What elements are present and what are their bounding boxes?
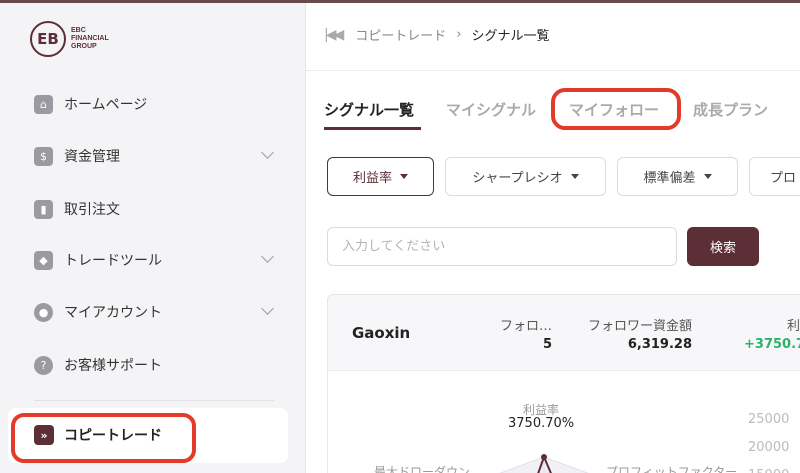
- highlight-annotation-my-follows: [551, 88, 681, 130]
- chevron-down-icon: [261, 250, 274, 263]
- axis-tick: 20000: [748, 440, 790, 455]
- caret-down-icon: [400, 174, 408, 179]
- signal-card[interactable]: Gaoxin フォロ… 5 フォロワー資金額 6,319.28 利 +3750.…: [327, 294, 800, 473]
- filter-std-deviation[interactable]: 標準偏差: [617, 157, 738, 196]
- signal-card-header: Gaoxin フォロ… 5 フォロワー資金額 6,319.28 利 +3750.…: [328, 295, 800, 371]
- filter-sharpe-ratio[interactable]: シャープレシオ: [445, 157, 606, 196]
- stat-follower-funds-label: フォロワー資金額: [587, 319, 692, 334]
- sidebar-item-funds[interactable]: $ 資金管理: [34, 142, 274, 170]
- radar-value-profit: 3750.70%: [508, 416, 575, 431]
- header-divider: [306, 70, 800, 71]
- filter-label: プロ: [770, 171, 797, 186]
- tab-signal-list[interactable]: シグナル一覧: [324, 99, 414, 120]
- filter-label: シャープレシオ: [472, 171, 563, 186]
- sidebar-item-home[interactable]: ⌂ ホームページ: [34, 90, 274, 118]
- stat-profit-value: +3750.7: [744, 337, 800, 352]
- breadcrumb-current: シグナル一覧: [471, 29, 550, 44]
- logo[interactable]: EB EBC FINANCIAL GROUP: [30, 21, 109, 57]
- funds-icon: $: [34, 146, 53, 166]
- chevron-down-icon: [261, 302, 274, 315]
- filter-profit-rate[interactable]: 利益率: [327, 157, 434, 196]
- tab-my-signals[interactable]: マイシグナル: [446, 99, 536, 120]
- logo-text: EBC FINANCIAL GROUP: [71, 27, 109, 50]
- cube-icon: ◆: [34, 250, 53, 270]
- collapse-sidebar-icon[interactable]: |◀◀: [324, 27, 344, 43]
- filter-label: 利益率: [352, 171, 392, 186]
- tab-growth-plan[interactable]: 成長プラン: [693, 99, 768, 120]
- chevron-right-icon: ›: [456, 27, 462, 42]
- filter-profit-factor[interactable]: プロ: [749, 157, 800, 196]
- search-input[interactable]: [327, 227, 677, 266]
- sidebar-item-trade-tools[interactable]: ◆ トレードツール: [34, 246, 274, 274]
- stat-follower-funds-value: 6,319.28: [627, 337, 692, 352]
- sidebar-item-label: トレードツール: [64, 253, 162, 269]
- radar-label-profit-factor: プロフィットファクター: [606, 465, 738, 473]
- sidebar-item-label: マイアカウント: [64, 305, 162, 321]
- help-icon: ?: [34, 355, 53, 375]
- sidebar-divider: [34, 400, 274, 401]
- sidebar-item-label: 取引注文: [64, 202, 120, 218]
- radar-label-max-drawdown: 最大ドローダウン: [374, 465, 471, 473]
- radar-point: [541, 454, 547, 460]
- breadcrumb-parent[interactable]: コピートレード: [355, 25, 446, 44]
- logo-mark: EB: [30, 21, 66, 57]
- home-icon: ⌂: [34, 94, 53, 114]
- caret-down-icon: [703, 174, 712, 179]
- user-icon: ●: [34, 302, 53, 322]
- search-button[interactable]: 検索: [687, 227, 759, 266]
- axis-tick: 15000: [748, 468, 789, 473]
- chevron-down-icon: [261, 146, 274, 159]
- signal-name[interactable]: Gaoxin: [352, 324, 410, 342]
- stat-followers-label: フォロ…: [499, 319, 552, 334]
- sidebar-item-label: お客様サポート: [64, 358, 162, 374]
- stat-followers-value: 5: [542, 337, 552, 352]
- active-tab-underline: [324, 127, 421, 130]
- sidebar-item-label: 資金管理: [64, 149, 120, 165]
- stat-profit-label: 利: [787, 319, 800, 334]
- breadcrumb: |◀◀ コピートレード › シグナル一覧: [324, 25, 550, 45]
- sidebar: EB EBC FINANCIAL GROUP ⌂ ホームページ $ 資金管理 ▮…: [0, 3, 306, 473]
- sidebar-item-orders[interactable]: ▮ 取引注文: [34, 195, 274, 223]
- axis-tick: 25000: [748, 412, 790, 427]
- caret-down-icon: [570, 174, 579, 179]
- sidebar-item-my-account[interactable]: ● マイアカウント: [34, 298, 274, 326]
- chart-icon: ▮: [34, 199, 53, 219]
- sidebar-item-label: ホームページ: [64, 97, 148, 113]
- filter-label: 標準偏差: [643, 171, 696, 186]
- sidebar-item-support[interactable]: ? お客様サポート: [34, 351, 274, 379]
- highlight-annotation-copy-trade: [11, 413, 196, 463]
